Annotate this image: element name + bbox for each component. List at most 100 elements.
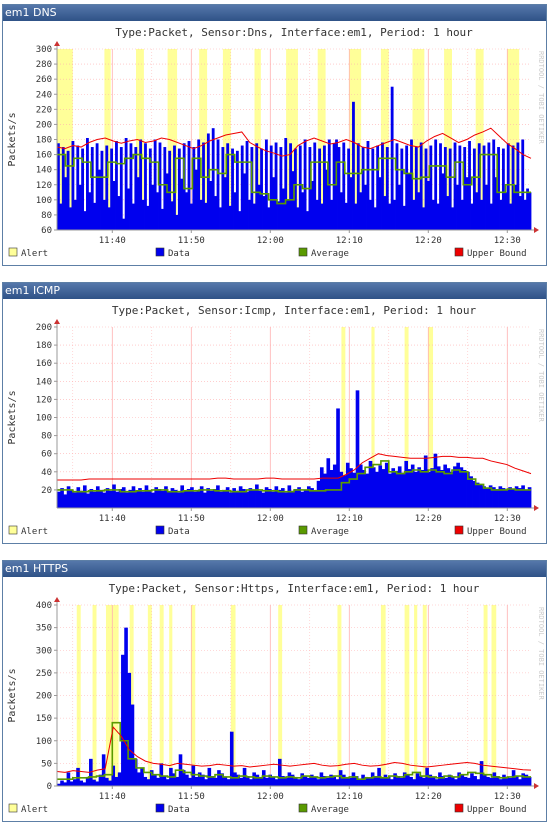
y-tick-label: 260 [36, 75, 52, 85]
data-bar [504, 192, 508, 230]
data-bar [252, 203, 256, 230]
data-bar [286, 199, 290, 230]
data-bar [255, 484, 259, 508]
data-bar [216, 139, 220, 230]
x-tick-label: 12:30 [494, 514, 521, 524]
data-bar [170, 201, 174, 230]
data-bar [349, 177, 353, 230]
data-bar [329, 469, 334, 508]
data-bar [248, 199, 251, 230]
data-bar [356, 143, 360, 230]
data-bar [168, 150, 172, 230]
data-bar [156, 777, 160, 786]
data-bar [212, 488, 217, 508]
data-bar [153, 774, 157, 786]
data-bar [82, 782, 87, 786]
x-axis-arrow [534, 505, 539, 511]
data-bar [313, 142, 317, 230]
data-bar [501, 488, 506, 508]
y-tick-label: 220 [36, 105, 52, 115]
data-bar [409, 776, 413, 786]
data-bar [410, 139, 413, 230]
data-bar [105, 145, 109, 230]
x-tick-label: 11:50 [178, 514, 205, 524]
alert-band [191, 605, 196, 786]
data-bar [204, 779, 208, 786]
data-bar [509, 203, 513, 230]
data-bar [185, 774, 189, 786]
data-bar [505, 489, 509, 508]
data-bar [101, 754, 106, 786]
y-tick-label: 160 [36, 359, 52, 369]
data-bar [206, 133, 210, 230]
data-bar [197, 139, 201, 230]
data-bar [527, 776, 532, 786]
data-bar [440, 469, 444, 508]
y-tick-label: 400 [36, 601, 52, 611]
data-bar [193, 491, 198, 508]
data-bar [342, 475, 347, 508]
data-bar [277, 201, 280, 230]
data-bar [524, 489, 529, 508]
y-tick-label: 280 [36, 60, 52, 70]
legend-upper-bound-swatch [454, 247, 464, 257]
data-bar [458, 145, 462, 230]
data-bar [122, 218, 126, 230]
data-bar [473, 776, 477, 786]
y-axis-label: Packets/s [7, 668, 18, 722]
data-bar [300, 491, 305, 508]
data-bar [268, 488, 272, 508]
data-bar [390, 779, 394, 786]
data-bar [498, 779, 503, 786]
x-tick-label: 12:30 [494, 236, 521, 246]
legend-upper-bound-swatch [454, 525, 464, 535]
data-bar [383, 196, 387, 230]
data-bar [146, 779, 151, 786]
data-bar [344, 202, 348, 230]
data-bar [449, 471, 454, 508]
data-bar [352, 101, 355, 231]
data-bar [125, 492, 129, 508]
data-bar [153, 139, 157, 230]
data-bar [450, 776, 455, 786]
traffic-chart: Type:Packet, Sensor:Dns, Interface:em1, … [7, 26, 545, 259]
data-bar [358, 779, 362, 786]
data-bar [231, 148, 234, 230]
data-bar [528, 192, 532, 230]
data-bar [492, 772, 497, 786]
data-bar [335, 779, 340, 786]
data-bar [82, 485, 87, 508]
traffic-chart: Type:Packet, Sensor:Icmp, Interface:em1,… [7, 304, 545, 537]
data-bar [482, 774, 487, 786]
data-bar [313, 776, 317, 786]
legend-average-swatch [298, 803, 308, 813]
chart-panel-dns: em1 DNS Type:Packet, Sensor:Dns, Interfa… [2, 4, 547, 266]
data-bar [444, 777, 449, 786]
data-bar [128, 489, 133, 508]
data-bar [300, 773, 305, 786]
data-bar [88, 192, 92, 230]
data-bar [319, 772, 324, 786]
data-bar [209, 180, 213, 230]
data-bar [124, 137, 128, 230]
data-bar [313, 490, 318, 508]
data-bar [486, 776, 490, 786]
legend-alert-label: Alert [21, 805, 48, 815]
data-bar [375, 471, 379, 508]
data-bar [388, 473, 392, 508]
data-bar [339, 192, 343, 230]
data-bar [393, 773, 397, 786]
data-bar [255, 143, 259, 230]
data-bar [366, 141, 370, 230]
data-bar [436, 203, 440, 230]
data-bar [355, 390, 360, 508]
data-bar [147, 489, 152, 508]
data-bar [459, 467, 464, 508]
data-bar [243, 173, 247, 230]
chart-title: Type:Packet, Sensor:Https, Interface:em1… [109, 582, 480, 595]
y-tick-label: 200 [36, 692, 52, 702]
data-bar [476, 779, 481, 786]
y-tick-label: 100 [36, 737, 52, 747]
data-bar [290, 490, 295, 508]
data-bar [480, 199, 484, 230]
